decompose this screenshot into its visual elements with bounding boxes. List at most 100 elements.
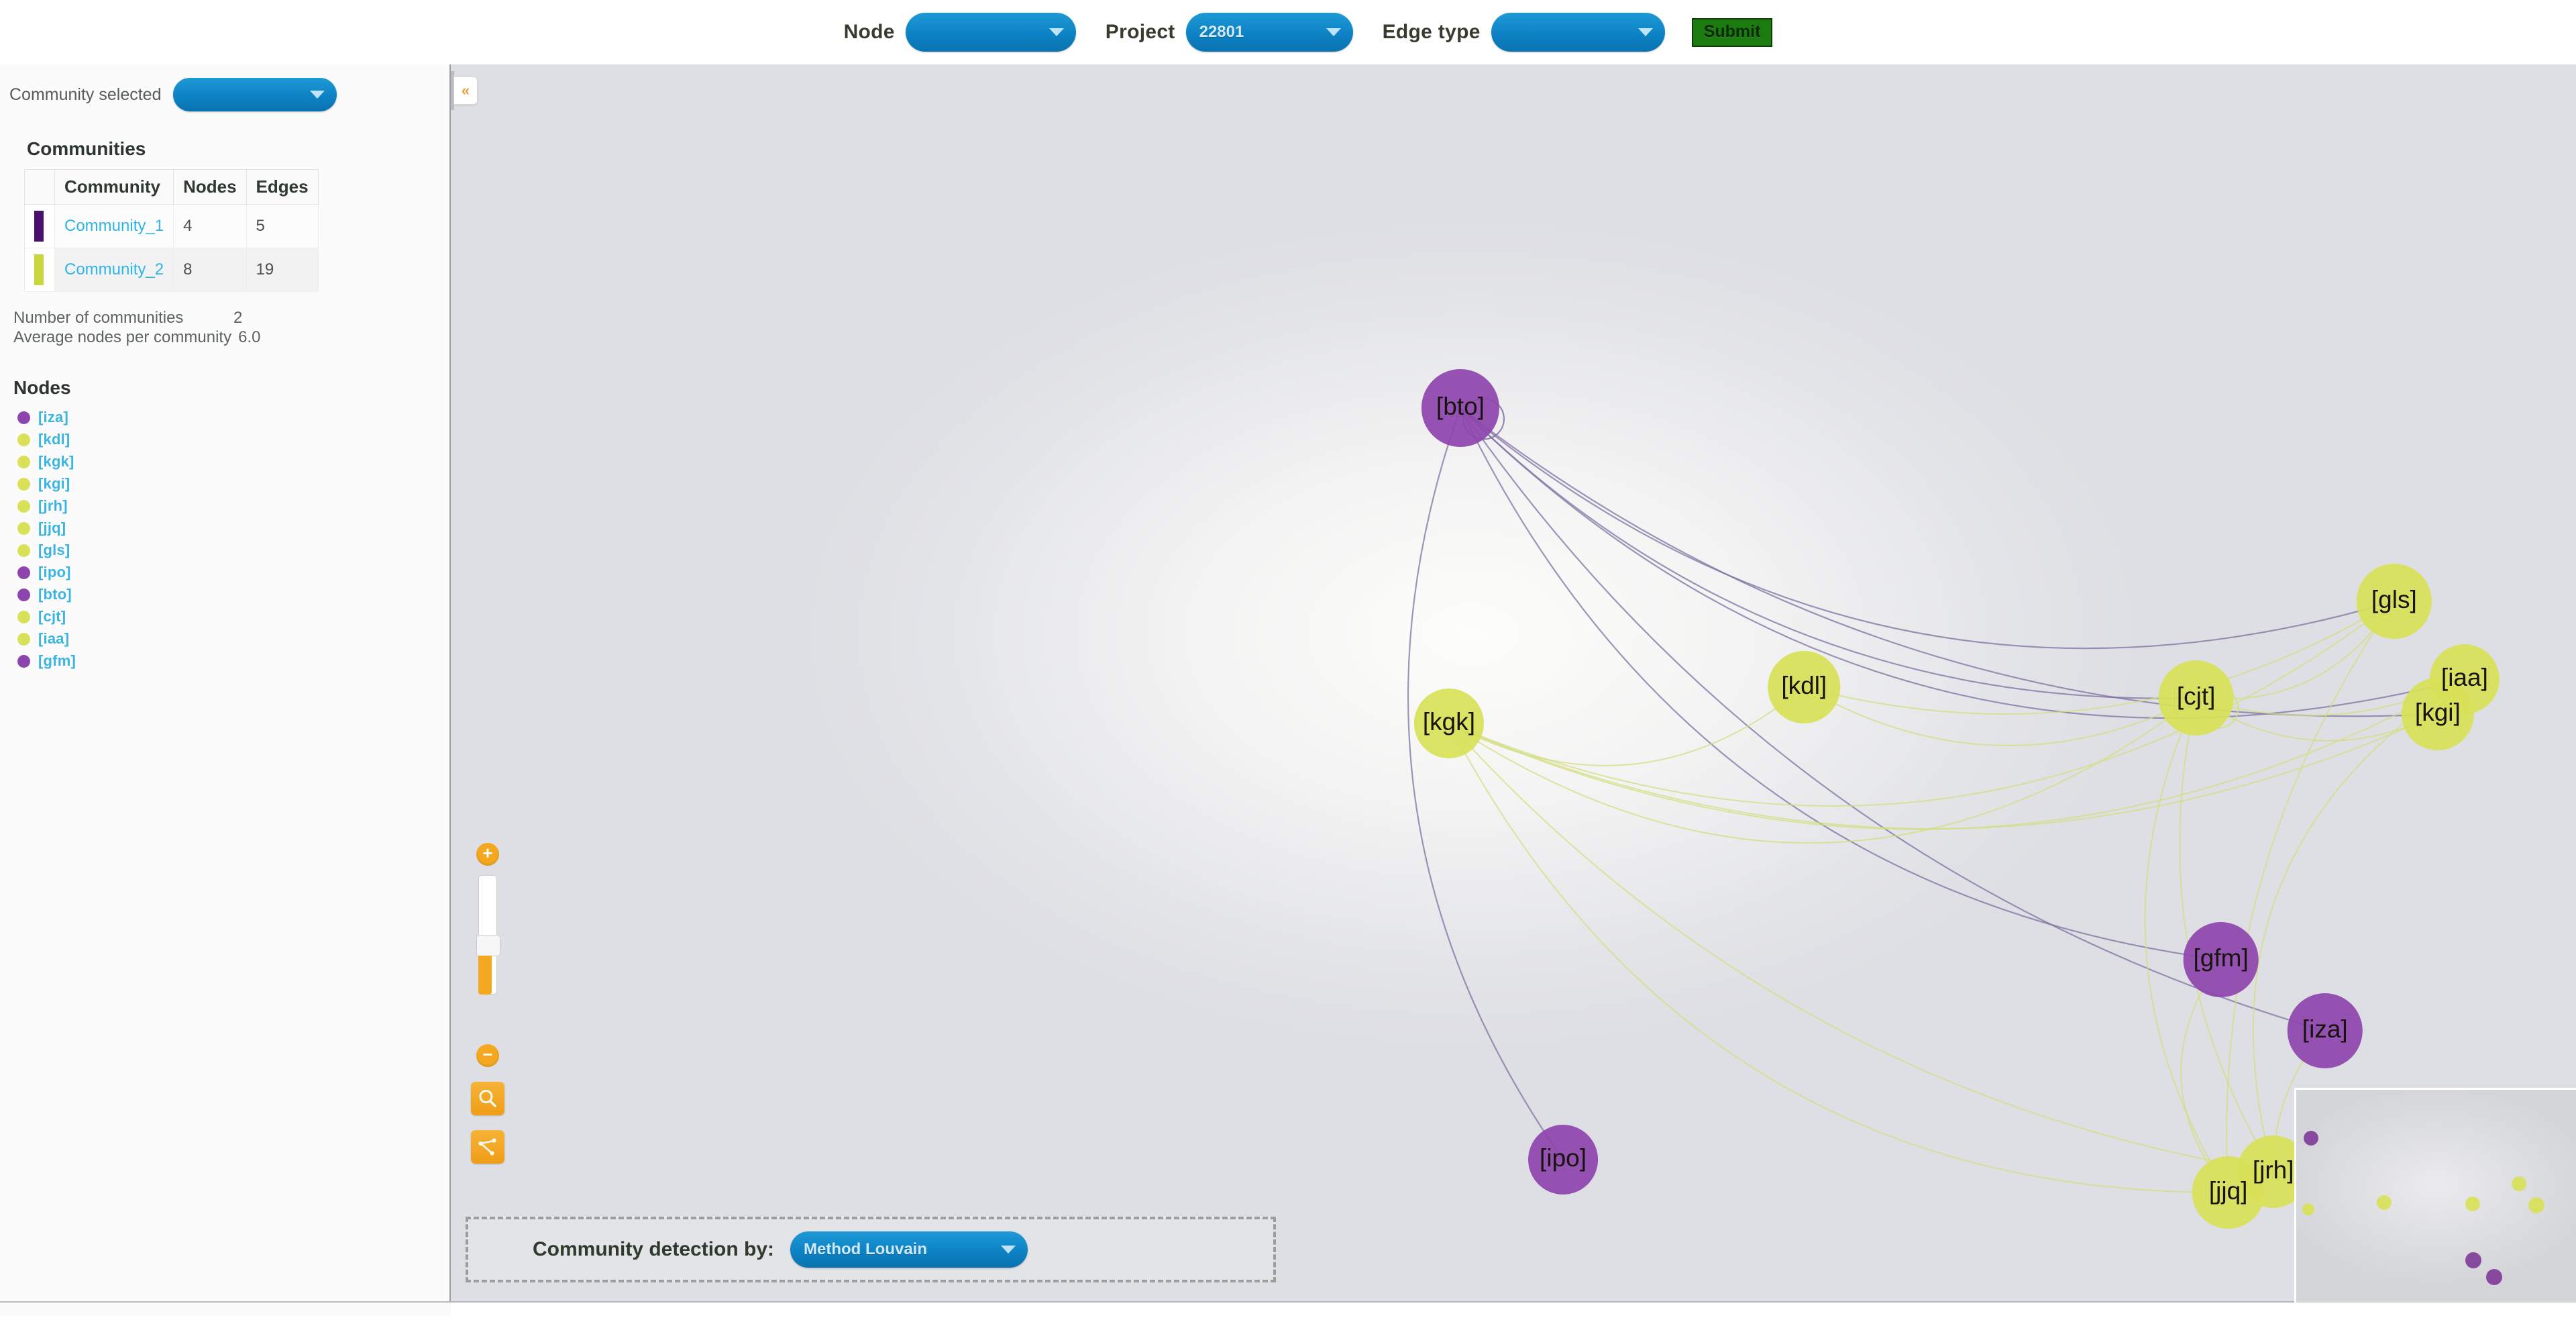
graph-edge	[1803, 687, 2197, 746]
edge-type-select[interactable]	[1491, 13, 1665, 52]
node-color-dot	[17, 588, 30, 601]
graph-node[interactable]	[2158, 660, 2234, 736]
zoom-slider-handle[interactable]	[476, 935, 500, 995]
community-select[interactable]	[173, 78, 337, 111]
stat-value: 2	[233, 309, 243, 327]
community-stats: Number of communities 2 Average nodes pe…	[0, 292, 449, 348]
minimap-node-dot	[2377, 1195, 2392, 1210]
project-select[interactable]: 22801	[1185, 13, 1353, 52]
community-selected-row: Community selected	[0, 64, 449, 111]
community-detection-method-select[interactable]: Method Louvain	[790, 1231, 1028, 1268]
table-row[interactable]: Community_2 8 19	[24, 248, 319, 292]
zoom-out-button[interactable]: −	[476, 1044, 499, 1067]
col-nodes: Nodes	[173, 169, 247, 205]
node-select[interactable]	[905, 13, 1076, 52]
community-detection-label: Community detection by:	[533, 1238, 775, 1260]
submit-button[interactable]: Submit	[1691, 17, 1773, 47]
graph-node[interactable]	[2356, 564, 2432, 639]
nodes-section-title: Nodes	[13, 376, 71, 398]
sidebar: Community selected Communities Community…	[0, 64, 451, 1303]
collapse-sidebar-button[interactable]: «	[453, 77, 478, 105]
chevron-down-icon	[1326, 28, 1341, 36]
community-link[interactable]: Community_2	[64, 260, 164, 278]
minimap-node-dot	[2465, 1252, 2481, 1268]
stat-key: Average nodes per community	[13, 328, 232, 347]
list-item[interactable]: [bto]	[17, 584, 449, 606]
minimap-node-dot	[2304, 1131, 2318, 1146]
graph-node[interactable]	[1413, 689, 1484, 758]
list-item[interactable]: [kgk]	[17, 451, 449, 473]
node-name-label: [gfm]	[38, 652, 76, 670]
node-name-label: [gls]	[38, 542, 70, 559]
minimap-viewport[interactable]	[2296, 1090, 2576, 1303]
graph-node[interactable]	[1528, 1125, 1599, 1195]
graph-edge	[1448, 723, 2229, 1194]
community-link[interactable]: Community_1	[64, 217, 164, 235]
graph-layout-button[interactable]	[471, 1130, 504, 1164]
community-name-cell: Community_1	[54, 204, 174, 248]
list-item[interactable]: [iza]	[17, 407, 449, 429]
node-name-label: [cjt]	[38, 608, 66, 625]
community-color-swatch-cell	[24, 248, 55, 292]
nodes-list: [iza] [kdl] [kgk] [kgi] [jrh] [jjq] [gls] [ipo]…	[0, 407, 449, 672]
node-name-label: [iza]	[38, 409, 68, 426]
minimap[interactable]	[2294, 1088, 2576, 1303]
list-item[interactable]: [kdl]	[17, 429, 449, 451]
graph-node[interactable]	[2287, 993, 2363, 1068]
communities-table: Community Nodes Edges Community_1 4 5 Commu…	[24, 169, 319, 292]
footer-sidebar-segment	[0, 1303, 451, 1317]
node-name-label: [kgi]	[38, 475, 70, 493]
edge-type-filter-label: Edge type	[1382, 21, 1481, 43]
network-graph-svg[interactable]: [bto][kgk][kdl] [cjt][gls][iaa][kgi][gfm]…	[451, 64, 2576, 1303]
chevron-down-icon	[310, 91, 325, 99]
node-color-dot	[17, 566, 30, 579]
node-color-dot	[17, 654, 30, 668]
minimap-node-dot	[2465, 1197, 2480, 1211]
col-edges: Edges	[246, 169, 319, 205]
list-item[interactable]: [jjq]	[17, 517, 449, 540]
community-detection-method-value: Method Louvain	[804, 1240, 927, 1258]
node-color-dot	[17, 521, 30, 535]
community-color-swatch	[34, 254, 44, 285]
graph-node[interactable]	[1421, 369, 1499, 447]
project-filter-group: Project 22801	[1106, 13, 1353, 52]
list-item[interactable]: [gfm]	[17, 650, 449, 672]
graph-node[interactable]	[1768, 651, 1841, 723]
edges-layer	[1407, 397, 2465, 1194]
community-edges-cell: 5	[246, 204, 319, 248]
node-color-dot	[17, 610, 30, 623]
graph-edge	[1448, 687, 1805, 766]
node-name-label: [kdl]	[38, 431, 70, 448]
list-item[interactable]: [ipo]	[17, 562, 449, 584]
swatch-header	[24, 169, 55, 205]
table-header-row: Community Nodes Edges	[24, 169, 319, 205]
graph-canvas[interactable]: « [bto] [kgk] [kdl] [cjt] [gls] [iaa] [kgi] [gf…	[451, 64, 2576, 1303]
zoom-tool-strip: + −	[467, 843, 508, 1164]
list-item[interactable]: [jrh]	[17, 495, 449, 517]
stat-number-of-communities: Number of communities 2	[13, 308, 449, 327]
community-name-cell: Community_2	[54, 248, 174, 292]
zoom-slider[interactable]	[476, 875, 500, 995]
node-color-dot	[17, 544, 30, 557]
list-item[interactable]: [cjt]	[17, 606, 449, 628]
graph-edge	[1448, 697, 2197, 844]
node-color-dot	[17, 499, 30, 513]
node-filter-label: Node	[843, 21, 895, 43]
node-color-dot	[17, 477, 30, 491]
list-item[interactable]: [iaa]	[17, 628, 449, 650]
table-row[interactable]: Community_1 4 5	[24, 204, 319, 248]
community-selected-label: Community selected	[9, 85, 162, 104]
list-item[interactable]: [kgi]	[17, 473, 449, 495]
list-item[interactable]: [gls]	[17, 540, 449, 562]
node-color-dot	[17, 632, 30, 646]
zoom-slider-fill	[478, 956, 492, 995]
graph-node[interactable]	[2401, 678, 2474, 750]
graph-node[interactable]	[2183, 922, 2259, 997]
graph-edge	[1448, 678, 2465, 830]
minimap-node-dot	[2512, 1176, 2526, 1191]
search-nodes-button[interactable]	[471, 1082, 504, 1115]
community-nodes-cell: 8	[173, 248, 247, 292]
top-toolbar: Node Project 22801 Edge type Submit	[0, 0, 2576, 64]
stat-key: Number of communities	[13, 309, 184, 327]
zoom-in-button[interactable]: +	[476, 843, 499, 866]
